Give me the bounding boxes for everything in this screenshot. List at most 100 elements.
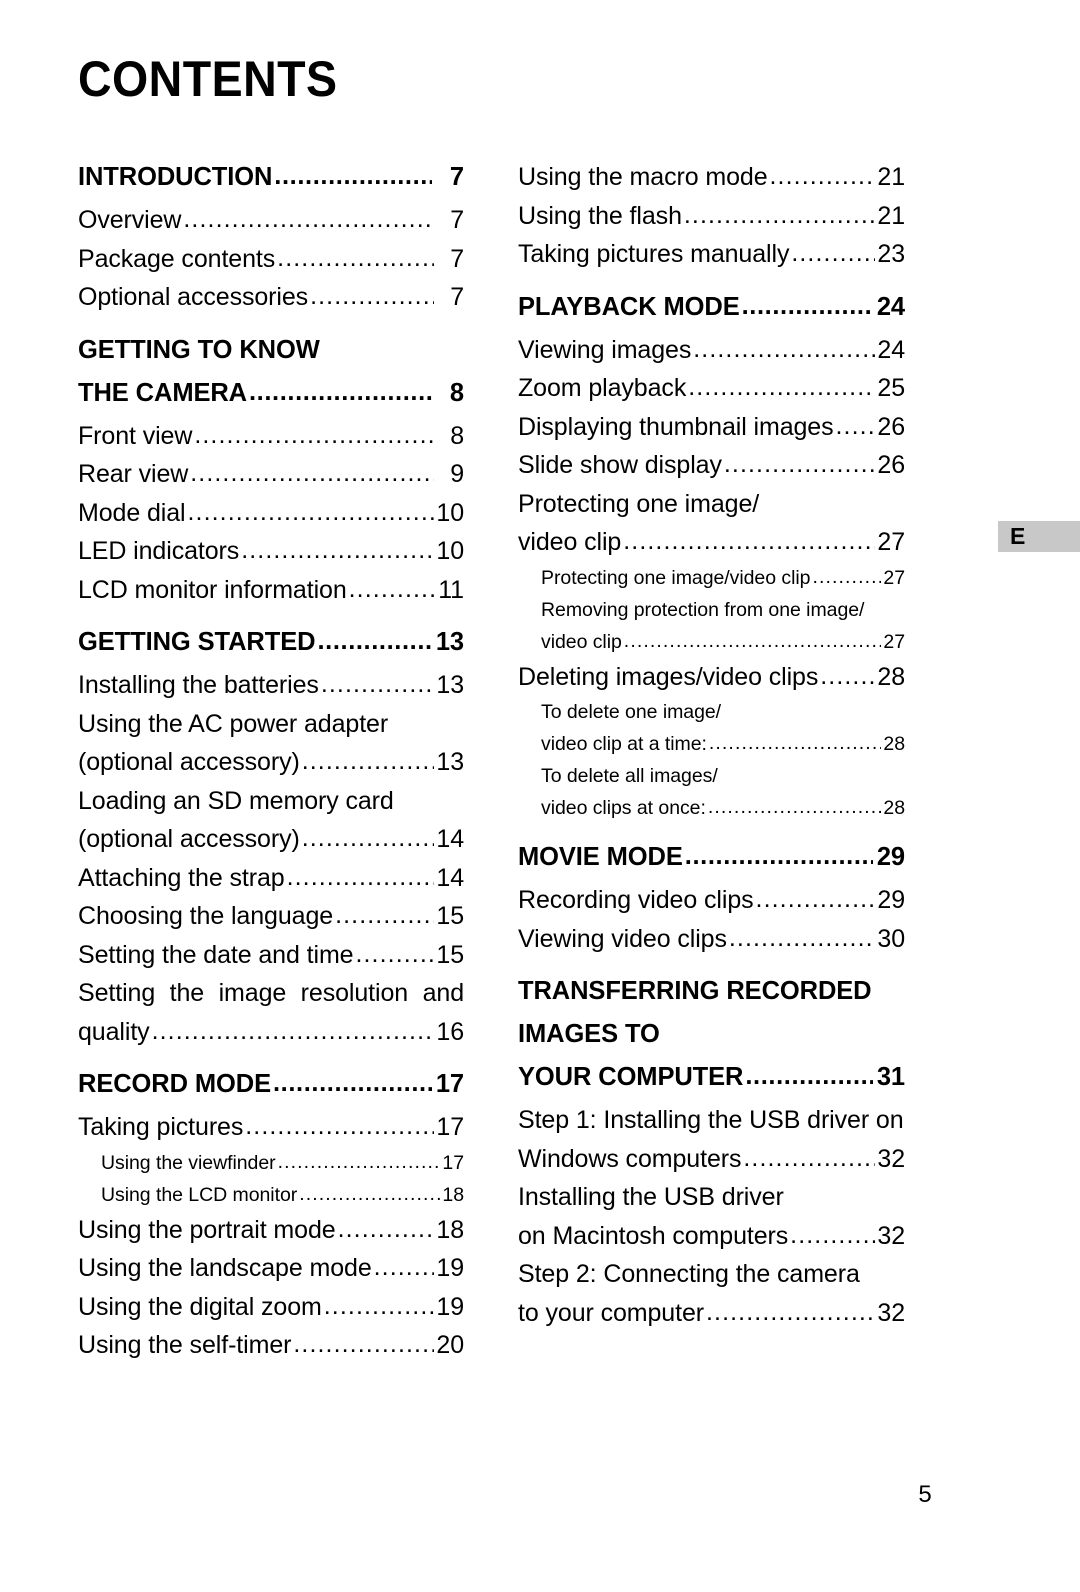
toc-entry-label: LCD monitor information	[78, 575, 347, 604]
toc-line: Slide show display......................…	[518, 451, 905, 490]
toc-entry-taking-pictures[interactable]: Taking pictures.........................…	[78, 1113, 464, 1152]
toc-section-playback-mode[interactable]: PLAYBACK MODE...........................…	[518, 293, 905, 336]
toc-entry-package-contents[interactable]: Package contents........................…	[78, 245, 464, 284]
edge-tab-letter: E	[1010, 523, 1026, 549]
toc-entry-label: video clip	[541, 630, 622, 653]
toc-page-number: 24	[877, 335, 905, 364]
toc-entry-label: video clips at once:	[541, 797, 706, 819]
toc-page-number: 32	[877, 1221, 905, 1250]
toc-section-transferring-recorded[interactable]: TRANSFERRING RECORDED IMAGES TO YOUR COMPU…	[518, 977, 905, 1106]
toc-entry-label: Loading an SD memory card	[78, 786, 394, 815]
toc-entry-front-view[interactable]: Front view..............................…	[78, 422, 464, 461]
dot-leader: ........................................…	[791, 240, 875, 267]
toc-entry-using-the-portrait-mode[interactable]: Using the portrait mode.................…	[78, 1216, 464, 1255]
toc-entry-label: Protecting one image/video clip	[541, 566, 811, 589]
toc-section-introduction[interactable]: INTRODUCTION............................…	[78, 163, 464, 206]
toc-entry-label: Viewing video clips	[518, 924, 727, 953]
toc-entry-label: Mode dial	[78, 498, 186, 527]
toc-entry-using-the-viewfinder[interactable]: Using the viewfinder....................…	[78, 1152, 464, 1184]
toc-page-number: 28	[883, 733, 905, 755]
toc-entry-lcd-monitor-information[interactable]: LCD monitor information.................…	[78, 576, 464, 615]
toc-page-number: 17	[436, 1113, 464, 1141]
toc-entry-rear-view[interactable]: Rear view...............................…	[78, 460, 464, 499]
toc-entry-attaching-the-strap[interactable]: Attaching the strap.....................…	[78, 864, 464, 903]
toc-entry-mode-dial[interactable]: Mode dial...............................…	[78, 499, 464, 538]
toc-entry-using-the-ac-power-adapter[interactable]: Using the AC power adapter (optional acce…	[78, 710, 464, 787]
dot-leader: ........................................…	[623, 528, 875, 555]
toc-entry-deleting-images-video-clips[interactable]: Deleting images/video clips.............…	[518, 663, 905, 702]
toc-entry-label: Using the macro mode	[518, 163, 768, 191]
toc-line: Using the LCD monitor...................…	[101, 1184, 464, 1216]
toc-page-number: 31	[876, 1063, 905, 1091]
toc-entry-label: TRANSFERRING RECORDED	[518, 977, 872, 1005]
toc-entry-removing-protection-from-one-image[interactable]: Removing protection from one image/video…	[518, 599, 905, 663]
toc-entry-overview[interactable]: Overview................................…	[78, 206, 464, 245]
toc-section-record-mode[interactable]: RECORD MODE.............................…	[78, 1070, 464, 1113]
toc-entry-zoom-playback[interactable]: Zoom playback...........................…	[518, 374, 905, 413]
toc-page-number: 10	[436, 498, 464, 527]
toc-section-getting-started[interactable]: GETTING STARTED.........................…	[78, 628, 464, 671]
toc-entry-using-the-macro-mode[interactable]: Using the macro mode....................…	[518, 163, 905, 202]
toc-line: Taking pictures.........................…	[78, 1113, 464, 1152]
toc-entry-to-delete-one-image[interactable]: To delete one image/video clip at a time…	[518, 701, 905, 765]
toc-entry-label: GETTING TO KNOW	[78, 335, 320, 364]
dot-leader: ........................................…	[820, 662, 875, 690]
toc-entry-protecting-one-image-video-clip[interactable]: Protecting one image/video clip.........…	[518, 567, 905, 599]
toc-line: video clips at once:....................…	[541, 797, 905, 829]
toc-entry-taking-pictures-manually[interactable]: Taking pictures manually................…	[518, 240, 905, 279]
toc-entry-to-delete-all-images[interactable]: To delete all images/video clips at once…	[518, 765, 905, 829]
toc-entry-setting-the-image-resolution-and[interactable]: Setting the image resolution and quality.…	[78, 979, 464, 1056]
toc-entry-installing-the-usb-driver[interactable]: Installing the USB driver on Macintosh co…	[518, 1183, 905, 1260]
dot-leader: ........................................…	[151, 1017, 434, 1045]
toc-line: LED indicators..........................…	[78, 537, 464, 576]
toc-line: Using the flash.........................…	[518, 202, 905, 241]
dot-leader: ........................................…	[183, 206, 434, 233]
toc-entry-led-indicators[interactable]: LED indicators..........................…	[78, 537, 464, 576]
toc-entry-using-the-flash[interactable]: Using the flash.........................…	[518, 202, 905, 241]
toc-line: quality.................................…	[78, 1018, 464, 1057]
toc-entry-using-the-self-timer[interactable]: Using the self-timer....................…	[78, 1331, 464, 1370]
toc-page-number: 26	[877, 412, 905, 441]
toc-entry-label: Rear view	[78, 460, 189, 488]
toc-entry-using-the-lcd-monitor[interactable]: Using the LCD monitor...................…	[78, 1184, 464, 1216]
toc-entry-loading-an-sd-memory-card[interactable]: Loading an SD memory card (optional acces…	[78, 787, 464, 864]
toc-page-number: 29	[877, 886, 905, 914]
toc-entry-using-the-landscape-mode[interactable]: Using the landscape mode................…	[78, 1254, 464, 1293]
toc-section-getting-to-know[interactable]: GETTING TO KNOW THE CAMERA...............…	[78, 336, 464, 422]
toc-entry-step-1-installing-the-usb-driver-on[interactable]: Step 1: Installing the USB driver on Wind…	[518, 1106, 905, 1183]
toc-entry-label: Displaying thumbnail images	[518, 412, 834, 441]
toc-entry-viewing-video-clips[interactable]: Viewing video clips.....................…	[518, 925, 905, 964]
toc-entry-installing-the-batteries[interactable]: Installing the batteries................…	[78, 671, 464, 710]
dot-leader: ........................................…	[277, 244, 434, 272]
toc-entry-step-2-connecting-the-camera[interactable]: Step 2: Connecting the camera to your com…	[518, 1260, 905, 1337]
toc-entry-slide-show-display[interactable]: Slide show display......................…	[518, 451, 905, 490]
dot-leader: ........................................…	[743, 1144, 875, 1172]
toc-entry-using-the-digital-zoom[interactable]: Using the digital zoom..................…	[78, 1293, 464, 1332]
toc-entry-viewing-images[interactable]: Viewing images..........................…	[518, 336, 905, 375]
toc-line: Using the macro mode....................…	[518, 163, 905, 202]
toc-entry-displaying-thumbnail-images[interactable]: Displaying thumbnail images.............…	[518, 413, 905, 452]
dot-leader: ........................................…	[755, 886, 875, 913]
toc-line: Removing protection from one image/	[541, 599, 905, 631]
toc-line: To delete one image/	[541, 701, 905, 733]
dot-leader: ........................................…	[335, 902, 434, 929]
toc-entry-label: Using the LCD monitor	[101, 1183, 298, 1206]
toc-line: Protecting one image/video clip.........…	[541, 567, 905, 599]
toc-entry-label: video clip at a time:	[541, 733, 707, 755]
toc-page-number: 13	[435, 628, 464, 656]
toc-entry-setting-the-date-and-time[interactable]: Setting the date and time...............…	[78, 941, 464, 980]
dot-leader: ........................................…	[190, 460, 434, 487]
toc-entry-label: Installing the batteries	[78, 671, 319, 699]
toc-entry-label: Step 1: Installing the USB driver on	[518, 1106, 904, 1134]
toc-entry-recording-video-clips[interactable]: Recording video clips...................…	[518, 886, 905, 925]
dot-leader: ........................................…	[835, 412, 875, 440]
toc-section-movie-mode[interactable]: MOVIE MODE..............................…	[518, 843, 905, 886]
dot-leader: ........................................…	[790, 1221, 875, 1249]
toc-entry-choosing-the-language[interactable]: Choosing the language...................…	[78, 902, 464, 941]
dot-leader: ........................................…	[241, 537, 434, 564]
toc-entry-optional-accessories[interactable]: Optional accessories....................…	[78, 283, 464, 322]
dot-leader: ........................................…	[317, 628, 432, 655]
dot-leader: ........................................…	[301, 825, 434, 852]
dot-leader: ........................................…	[769, 163, 875, 190]
toc-entry-protecting-one-image[interactable]: Protecting one image/video clip.........…	[518, 490, 905, 567]
